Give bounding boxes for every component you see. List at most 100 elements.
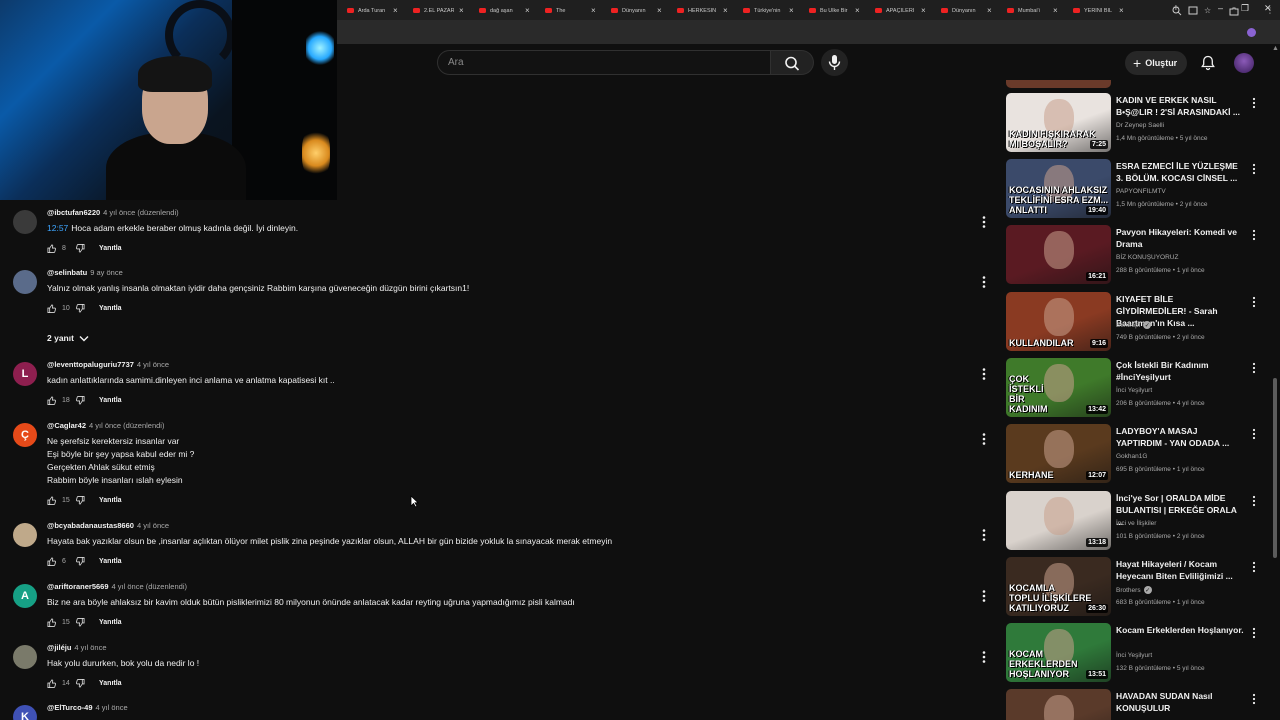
like-icon[interactable] (47, 495, 56, 505)
comment-author[interactable]: @jiléju (47, 643, 71, 652)
comment-time[interactable]: 9 ay önce (90, 268, 123, 277)
comment-author[interactable]: @selinbatu (47, 268, 87, 277)
show-replies-button[interactable]: 2 yanıt (47, 333, 89, 343)
like-icon[interactable] (47, 303, 56, 313)
dislike-icon[interactable] (76, 395, 85, 405)
video-thumbnail[interactable]: 13:18 (1006, 491, 1111, 550)
video-thumbnail[interactable]: KOCAMLA TOPLU İLİŞKİLERE KATILIYORUZ 26:3… (1006, 557, 1111, 616)
comment-author[interactable]: @ElTurco-49 (47, 703, 93, 712)
video-title[interactable]: LADYBOY'A MASAJ YAPTIRDIM - YAN ODADA ..… (1116, 425, 1244, 449)
related-video-item[interactable]: 13:18 İnci'ye Sor | ORALDA MİDE BULANTISI… (1006, 491, 1271, 553)
video-thumbnail[interactable]: KULLANDILAR 9:16 (1006, 292, 1111, 351)
video-menu-icon[interactable] (1251, 162, 1257, 175)
tab-close-icon[interactable]: × (987, 6, 992, 15)
related-video-item[interactable]: 16:21 Pavyon Hikayeleri: Komedi ve Drama B… (1006, 225, 1271, 287)
comment-author[interactable]: @bcyabadanaustas8660 (47, 521, 134, 530)
comment-time[interactable]: 4 yıl önce (96, 703, 128, 712)
video-thumbnail[interactable]: KOCASININ AHLAKSIZ TEKLİFİNİ ESRA EZM...… (1006, 159, 1111, 218)
comment-menu-icon[interactable] (980, 275, 988, 289)
comment-time[interactable]: 4 yıl önce (137, 521, 169, 530)
minimize-icon[interactable]: – (1218, 3, 1223, 13)
video-title[interactable]: Kocam Erkeklerden Hoşlanıyor. (1116, 624, 1244, 636)
video-menu-icon[interactable] (1251, 96, 1257, 109)
previous-video-thumbnail-edge[interactable] (1006, 80, 1111, 88)
reply-button[interactable]: Yanıtla (99, 305, 122, 312)
video-channel[interactable]: Brothers ✓ (1116, 586, 1152, 594)
video-menu-icon[interactable] (1251, 427, 1257, 440)
video-thumbnail[interactable]: NE DİYCEM ? (1006, 689, 1111, 720)
video-title[interactable]: ESRA EZMECİ İLE YÜZLEŞME 3. BÖLÜM. KOCAS… (1116, 160, 1244, 184)
video-title[interactable]: HAVADAN SUDAN Nasıl KONUŞULUR (1116, 690, 1244, 714)
reply-button[interactable]: Yanıtla (99, 558, 122, 565)
reply-button[interactable]: Yanıtla (99, 619, 122, 626)
tab-close-icon[interactable]: × (393, 6, 398, 15)
dislike-icon[interactable] (76, 495, 85, 505)
search-button[interactable] (771, 50, 814, 75)
video-channel[interactable]: İnci Yeşilyurt (1116, 387, 1152, 394)
commenter-avatar[interactable]: K (13, 705, 37, 720)
video-thumbnail[interactable]: KOCAM ERKEKLERDEN HOŞLANIYOR 13:51 (1006, 623, 1111, 682)
video-channel[interactable]: BİZ KONUŞUYORUZ (1116, 254, 1178, 261)
comment-menu-icon[interactable] (980, 432, 988, 446)
notifications-bell-icon[interactable] (1199, 54, 1217, 72)
scroll-up-arrow[interactable]: ▲ (1272, 45, 1279, 52)
install-app-icon[interactable] (1188, 6, 1198, 16)
comment-time[interactable]: 4 yıl önce (düzenlendi) (112, 582, 187, 591)
video-title[interactable]: KADIN VE ERKEK NASIL B•Ş@LIR ! 2'Sİ ARAS… (1116, 94, 1244, 118)
video-thumbnail[interactable]: 16:21 (1006, 225, 1111, 284)
browser-tab[interactable]: dağ aşan × (479, 3, 530, 18)
dislike-icon[interactable] (76, 556, 85, 566)
comment-author[interactable]: @ariftoraner5669 (47, 582, 109, 591)
tab-close-icon[interactable]: × (1053, 6, 1058, 15)
video-thumbnail[interactable]: KADIN FIŞKIRARAK MI BOŞALIR? 7:25 (1006, 93, 1111, 152)
video-title[interactable]: Pavyon Hikayeleri: Komedi ve Drama (1116, 226, 1244, 250)
reply-button[interactable]: Yanıtla (99, 680, 122, 687)
related-video-item[interactable]: KOCAMLA TOPLU İLİŞKİLERE KATILIYORUZ 26:3… (1006, 557, 1271, 619)
commenter-avatar[interactable]: L (13, 362, 37, 386)
zoom-icon[interactable] (1172, 6, 1182, 16)
dislike-icon[interactable] (76, 303, 85, 313)
video-menu-icon[interactable] (1251, 494, 1257, 507)
browser-tab[interactable]: Dünyanın × (941, 3, 992, 18)
comment-menu-icon[interactable] (980, 215, 988, 229)
video-channel[interactable]: İnci Yeşilyurt (1116, 652, 1152, 659)
video-title[interactable]: Çok İstekli Bir Kadınım #İnciYeşilyurt (1116, 359, 1244, 383)
reply-button[interactable]: Yanıtla (99, 497, 122, 504)
commenter-avatar[interactable] (13, 210, 37, 234)
related-video-item[interactable]: NE DİYCEM ?HAVADAN SUDAN Nasıl KONUŞULUR (1006, 689, 1271, 720)
extensions-icon[interactable] (1229, 6, 1239, 16)
comment-author[interactable]: @Caglar42 (47, 421, 86, 430)
related-video-item[interactable]: KULLANDILAR 9:16 KIYAFET BİLE GİYDİRMEDİLE… (1006, 292, 1271, 354)
video-channel[interactable]: İnci ve İlişkiler (1116, 520, 1156, 527)
video-menu-icon[interactable] (1251, 295, 1257, 308)
video-menu-icon[interactable] (1251, 228, 1257, 241)
video-thumbnail[interactable]: ÇOK İSTEKLİ BİR KADINIM 13:42 (1006, 358, 1111, 417)
tab-close-icon[interactable]: × (723, 6, 728, 15)
comment-menu-icon[interactable] (980, 528, 988, 542)
related-video-item[interactable]: KERHANE 12:07 LADYBOY'A MASAJ YAPTIRDIM - … (1006, 424, 1271, 486)
browser-tab[interactable]: YERİNİ BİL × (1073, 3, 1124, 18)
dislike-icon[interactable] (76, 243, 85, 253)
comment-timestamp-link[interactable]: 12:57 (47, 223, 68, 233)
related-video-item[interactable]: KOCASININ AHLAKSIZ TEKLİFİNİ ESRA EZM...… (1006, 159, 1271, 221)
related-video-item[interactable]: KOCAM ERKEKLERDEN HOŞLANIYOR 13:51 Kocam E… (1006, 623, 1271, 685)
video-menu-icon[interactable] (1251, 692, 1257, 705)
video-menu-icon[interactable] (1251, 361, 1257, 374)
related-video-item[interactable]: ÇOK İSTEKLİ BİR KADINIM 13:42 Çok İstekli … (1006, 358, 1271, 420)
like-icon[interactable] (47, 243, 56, 253)
tab-close-icon[interactable]: × (657, 6, 662, 15)
browser-tab[interactable]: Arda Turan × (347, 3, 398, 18)
comment-time[interactable]: 4 yıl önce (74, 643, 106, 652)
browser-tab[interactable]: The × (545, 3, 596, 18)
tab-close-icon[interactable]: × (789, 6, 794, 15)
video-thumbnail[interactable]: KERHANE 12:07 (1006, 424, 1111, 483)
browser-profile-avatar[interactable] (1247, 28, 1256, 37)
video-channel[interactable]: Dr Zeynep Saelli (1116, 122, 1164, 129)
comment-menu-icon[interactable] (980, 650, 988, 664)
commenter-avatar[interactable] (13, 645, 37, 669)
tab-close-icon[interactable]: × (459, 6, 464, 15)
comment-author[interactable]: @ibctufan6220 (47, 208, 100, 217)
reply-button[interactable]: Yanıtla (99, 245, 122, 252)
comment-author[interactable]: @leventtopaluguriu7737 (47, 360, 134, 369)
dislike-icon[interactable] (76, 678, 85, 688)
